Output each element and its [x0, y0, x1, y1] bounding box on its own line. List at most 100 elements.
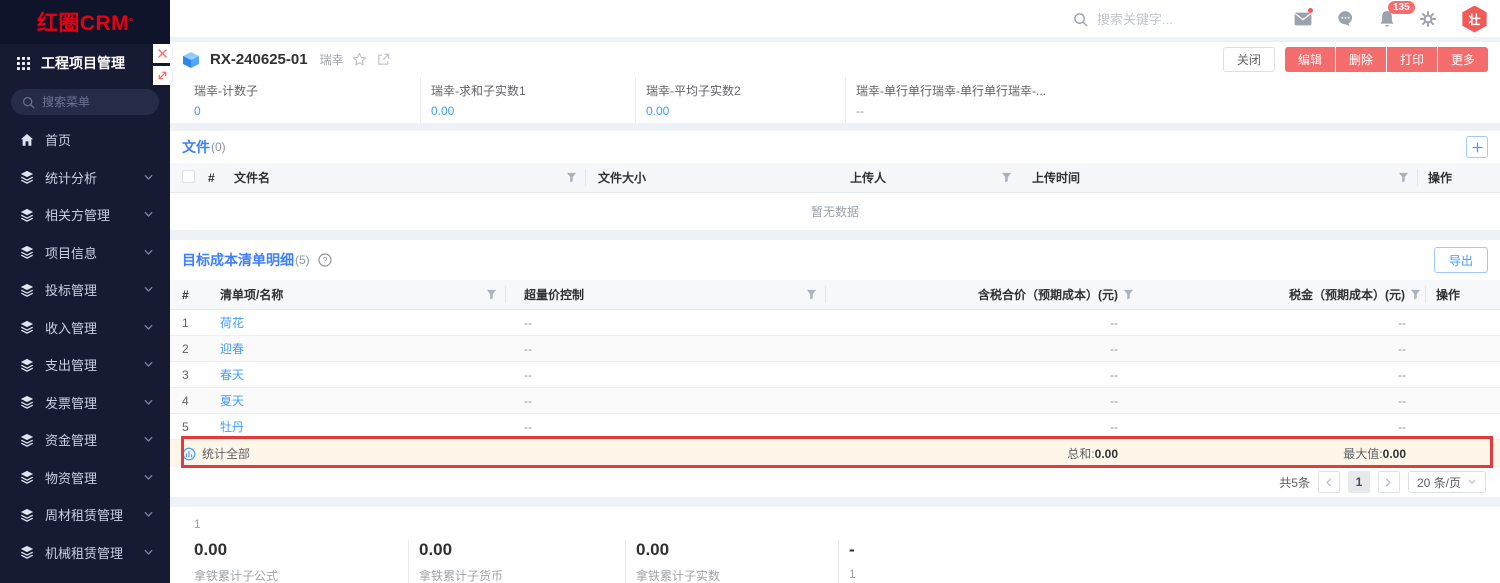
sum-label: 总和: — [1067, 447, 1094, 461]
col-action: 操作 — [1426, 286, 1500, 303]
sidebar-item-label: 统计分析 — [45, 168, 97, 187]
delete-button[interactable]: 删除 — [1336, 47, 1386, 72]
col-uploader: 上传人 — [850, 169, 886, 186]
app-grid-icon — [17, 57, 30, 70]
row-index: 3 — [182, 368, 206, 382]
bell-icon[interactable]: 135 — [1379, 10, 1395, 28]
menu-search-box[interactable] — [11, 89, 159, 115]
export-button[interactable]: 导出 — [1434, 247, 1488, 273]
topbar-icons: 135 壮 — [1294, 0, 1488, 38]
bottom-stat: - 1 — [838, 540, 1500, 583]
cell-tax: -- — [1138, 368, 1422, 382]
sidebar-item-stakeholders[interactable]: 相关方管理 — [0, 196, 170, 234]
prev-page-button[interactable] — [1318, 471, 1340, 493]
filter-icon[interactable] — [1001, 172, 1012, 183]
statistics-label: 统计全部 — [202, 445, 250, 462]
summary-field-label: 瑞幸-平均子实数2 — [646, 82, 845, 99]
sidebar-item-label: 发票管理 — [45, 393, 97, 412]
print-button[interactable]: 打印 — [1387, 47, 1437, 72]
cell-total: -- — [826, 420, 1134, 434]
brand-logo: 红圈CRM — [37, 7, 129, 37]
row-index: 5 — [182, 420, 206, 434]
bottom-stat-value: - — [849, 540, 1500, 560]
bottom-stat-label: 拿铁累计子实数 — [636, 567, 838, 583]
sidebar-item-funds[interactable]: 资金管理 — [0, 421, 170, 459]
edit-button[interactable]: 编辑 — [1285, 47, 1335, 72]
help-icon[interactable] — [318, 253, 332, 267]
table-row: 2 迎春 -- -- -- — [170, 336, 1500, 362]
summary-fields: 瑞幸-计数子 0 瑞幸-求和子实数1 0.00 瑞幸-平均子实数2 0.00 瑞… — [170, 77, 1500, 123]
sidebar-item-income[interactable]: 收入管理 — [0, 309, 170, 347]
item-link[interactable]: 迎春 — [220, 342, 244, 356]
more-button[interactable]: 更多 — [1438, 47, 1488, 72]
sidebar-item-label: 支出管理 — [45, 355, 97, 374]
global-search-box[interactable] — [1073, 0, 1267, 38]
chevron-down-icon — [143, 434, 154, 445]
add-file-button[interactable] — [1466, 136, 1488, 158]
sidebar-item-bidding[interactable]: 投标管理 — [0, 271, 170, 309]
app-title: 工程项目管理 — [41, 53, 125, 73]
item-link[interactable]: 夏天 — [220, 394, 244, 408]
menu-search-input[interactable] — [42, 95, 142, 109]
sidebar-item-invoice[interactable]: 发票管理 — [0, 384, 170, 422]
external-link-icon[interactable] — [377, 53, 390, 66]
expand-icon[interactable] — [153, 66, 172, 85]
filter-icon[interactable] — [806, 289, 817, 300]
sidebar-item-project-info[interactable]: 项目信息 — [0, 234, 170, 272]
avatar[interactable]: 壮 — [1461, 6, 1488, 33]
cell-total: -- — [826, 316, 1134, 330]
bottom-stats-row: 0.00 拿铁累计子公式 0.00 拿铁累计子货币 0.00 拿铁累计子实数 -… — [170, 540, 1500, 583]
select-all-checkbox[interactable] — [182, 170, 195, 183]
col-filesize: 文件大小 — [586, 169, 838, 186]
bottom-stat-label: 拿铁累计子货币 — [419, 567, 625, 583]
bottom-stat-value: 0.00 — [636, 540, 838, 560]
cost-count: (5) — [295, 253, 310, 267]
filter-icon[interactable] — [1123, 289, 1134, 300]
summary-field-value: 0 — [194, 104, 420, 118]
layers-icon — [20, 245, 34, 259]
statistics-icon[interactable] — [182, 447, 196, 461]
sidebar-item-machinery-rental[interactable]: 机械租赁管理 — [0, 534, 170, 572]
sidebar-item-expense[interactable]: 支出管理 — [0, 346, 170, 384]
close-button[interactable]: 关闭 — [1223, 47, 1275, 72]
filter-icon[interactable] — [566, 172, 577, 183]
item-link[interactable]: 荷花 — [220, 316, 244, 330]
app-switcher[interactable]: 工程项目管理 — [0, 44, 170, 82]
item-link[interactable]: 春天 — [220, 368, 244, 382]
sidebar-item-construction-process[interactable]: 施工过程管理 — [0, 571, 170, 583]
sidebar-item-label: 周材租赁管理 — [45, 505, 123, 524]
close-tab-icon[interactable] — [153, 44, 172, 63]
current-page[interactable]: 1 — [1348, 471, 1370, 493]
chevron-down-icon — [143, 509, 154, 520]
gear-icon[interactable] — [1420, 10, 1436, 28]
sidebar-item-label: 收入管理 — [45, 318, 97, 337]
bottom-stat-value: 0.00 — [419, 540, 625, 560]
next-page-button[interactable] — [1378, 471, 1400, 493]
filter-icon[interactable] — [1398, 172, 1409, 183]
logo-bar: 红圈CRM° — [0, 0, 170, 44]
sidebar-item-materials[interactable]: 物资管理 — [0, 459, 170, 497]
table-row: 5 牡丹 -- -- -- — [170, 414, 1500, 440]
summary-field-value: 0.00 — [646, 104, 845, 118]
col-quantity-control: 超量价控制 — [524, 286, 584, 303]
bottom-stat: 0.00 拿铁累计子货币 — [408, 540, 625, 583]
chat-icon[interactable] — [1337, 10, 1354, 28]
sidebar-item-home[interactable]: 首页 — [0, 121, 170, 159]
cell-tax: -- — [1138, 394, 1422, 408]
notification-badge: 135 — [1388, 1, 1415, 14]
sidebar-menu: 首页 统计分析 相关方管理 项目信息 投标管理 收入管理 — [0, 121, 170, 583]
item-link[interactable]: 牡丹 — [220, 420, 244, 434]
page-size-select[interactable]: 20 条/页 — [1408, 471, 1486, 493]
global-search-input[interactable] — [1097, 12, 1267, 27]
filter-icon[interactable] — [1410, 289, 1421, 300]
star-icon[interactable] — [352, 52, 367, 67]
cell-control: -- — [506, 368, 826, 382]
filter-icon[interactable] — [486, 289, 497, 300]
mail-icon[interactable] — [1294, 10, 1312, 28]
sidebar-item-temp-material-rental[interactable]: 周材租赁管理 — [0, 496, 170, 534]
sidebar-item-label: 项目信息 — [45, 243, 97, 262]
sidebar-item-statistics[interactable]: 统计分析 — [0, 159, 170, 197]
search-icon — [1073, 12, 1088, 27]
chevron-down-icon — [143, 359, 154, 370]
layers-icon — [20, 433, 34, 447]
